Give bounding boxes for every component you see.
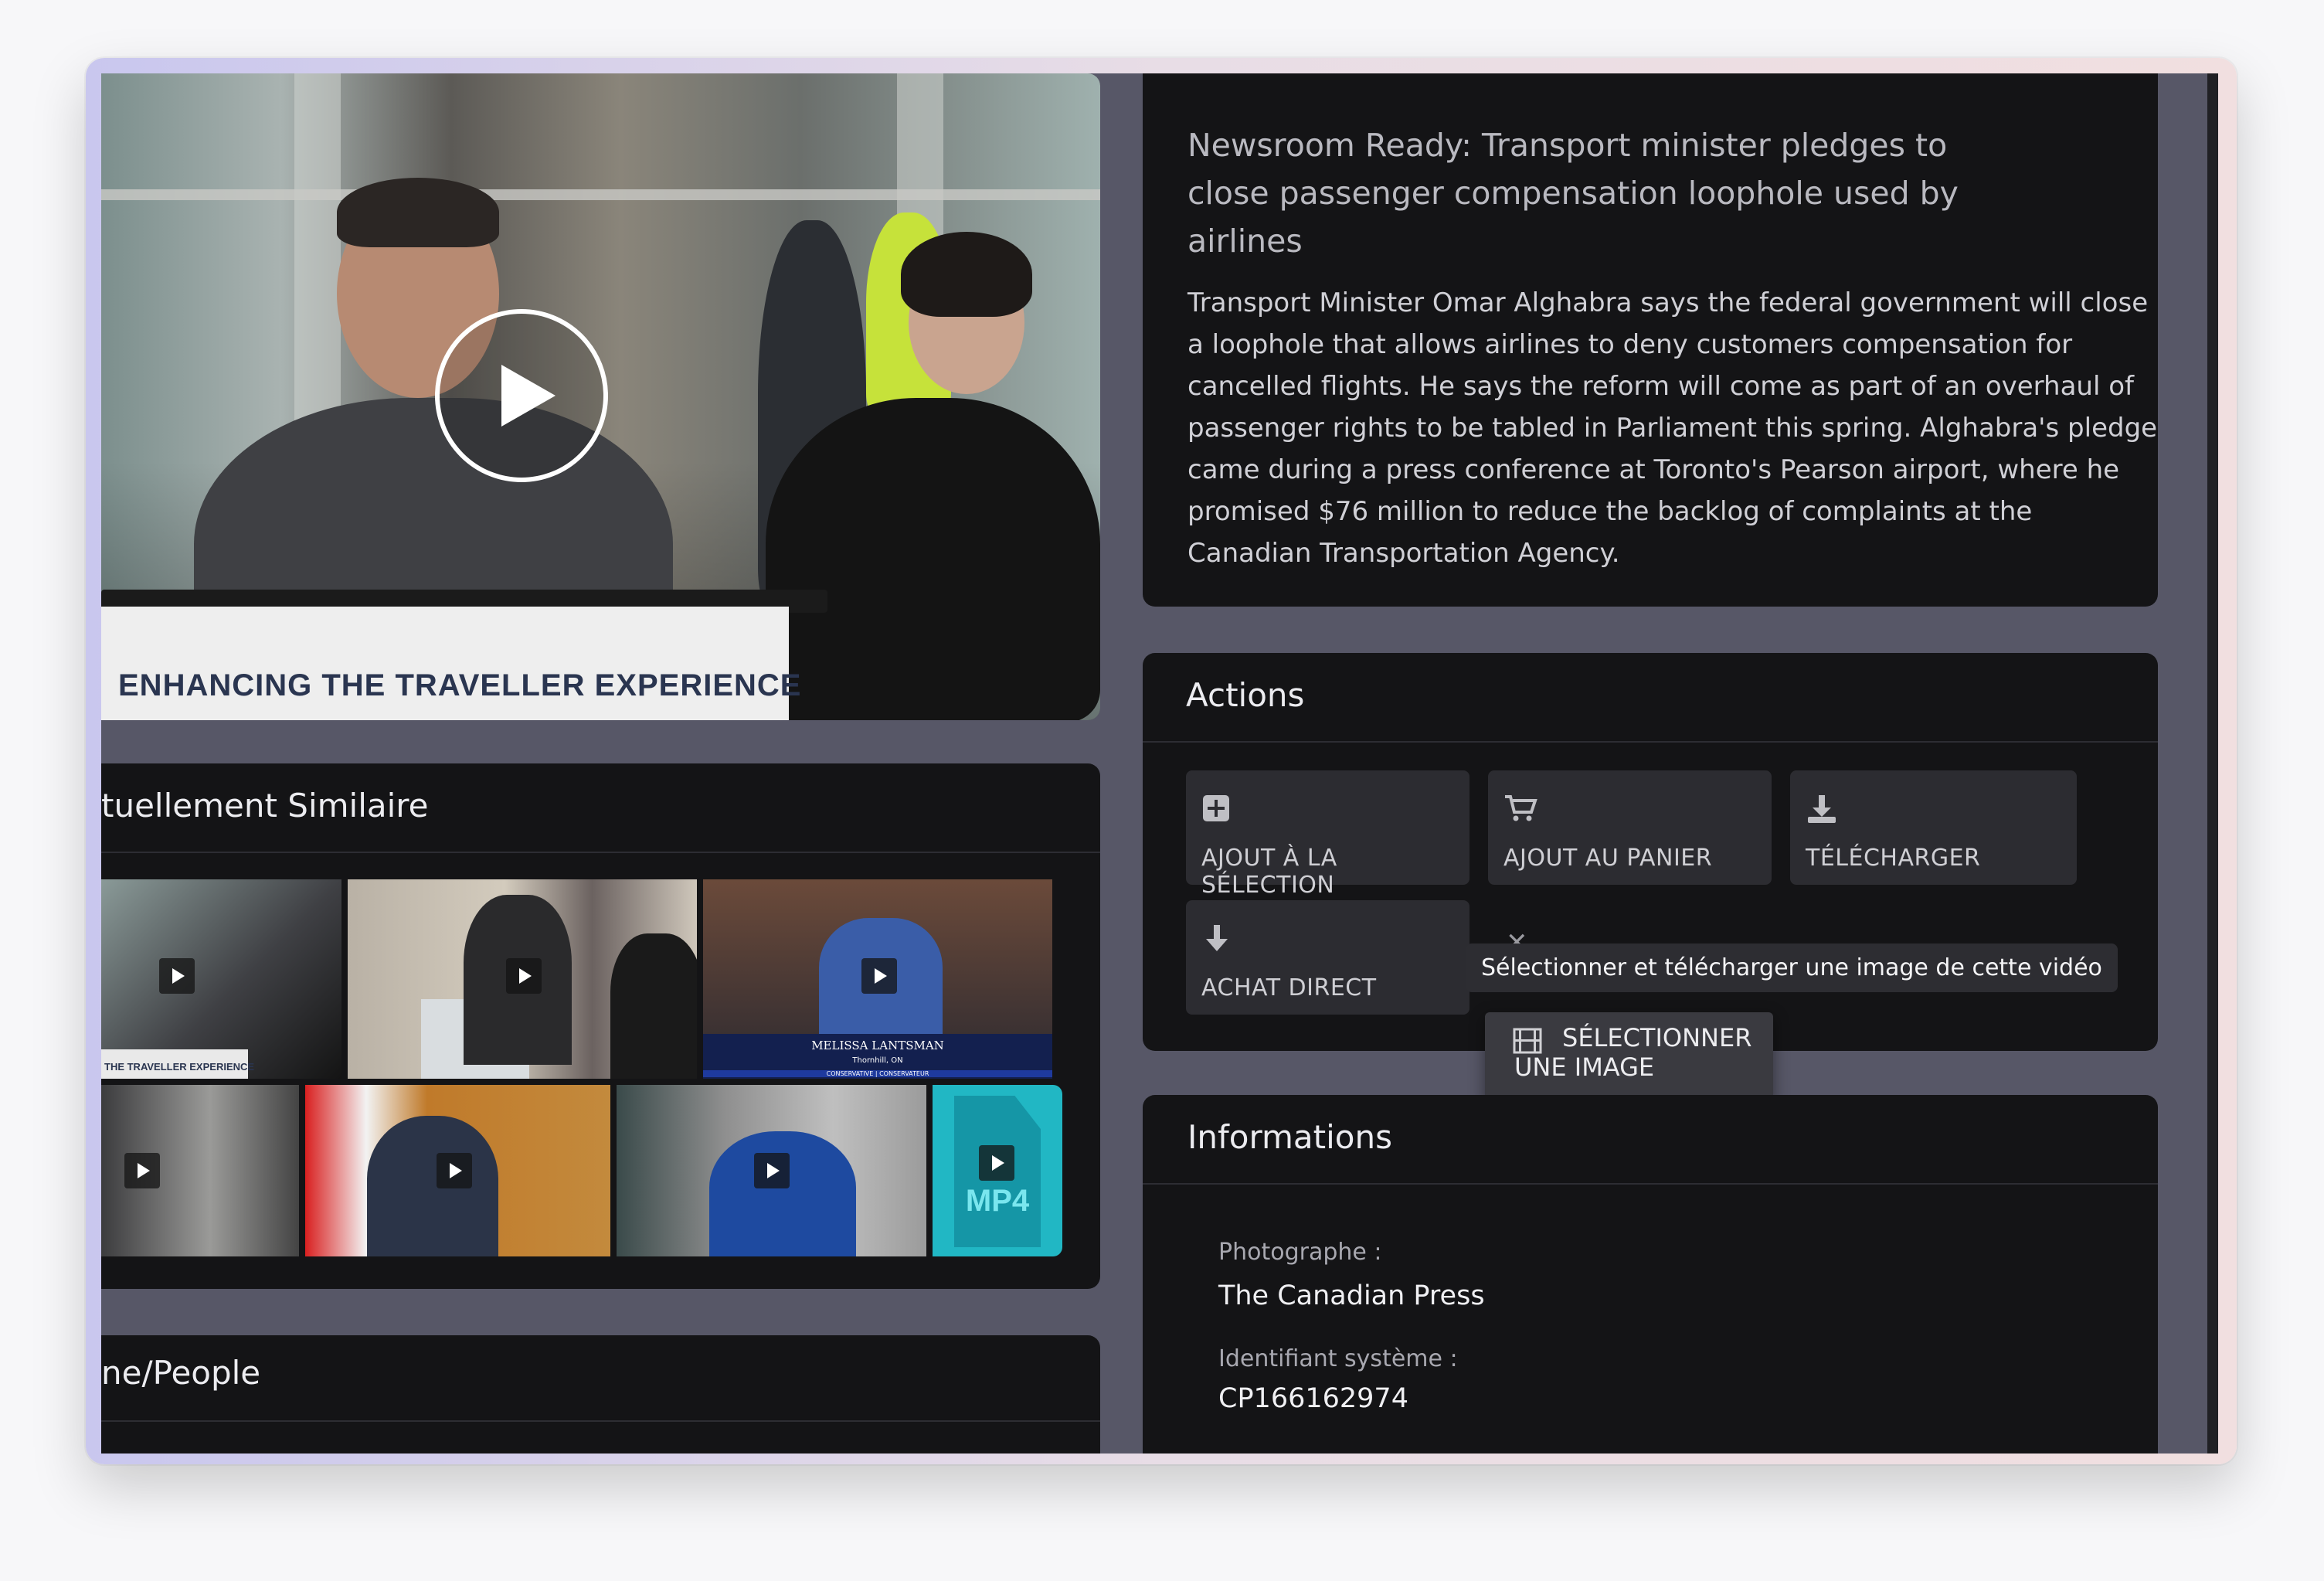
mp4-tile[interactable]: MP4 xyxy=(933,1085,1062,1256)
thumbnail-caption: MELISSA LANTSMAN xyxy=(811,1039,944,1052)
download-icon xyxy=(1806,794,1838,831)
button-label: AJOUT À LA SÉLECTION xyxy=(1201,845,1337,899)
scrollbar-edge xyxy=(2207,73,2218,1454)
video-player[interactable]: ENHANCING THE TRAVELLER EXPERIENCE xyxy=(101,73,1100,720)
people-title: ne/People xyxy=(101,1354,261,1392)
similar-thumbnail[interactable] xyxy=(101,1085,299,1256)
mp4-play-icon xyxy=(979,1145,1014,1181)
add-to-selection-button[interactable]: AJOUT À LA SÉLECTION xyxy=(1186,770,1469,899)
add-to-cart-button[interactable]: AJOUT AU PANIER xyxy=(1488,770,1772,885)
photographer-label: Photographe : xyxy=(1218,1239,1382,1266)
system-id-label: Identifiant système : xyxy=(1218,1345,1458,1372)
thumbnail-play-icon xyxy=(437,1153,472,1188)
cart-add-icon xyxy=(1503,794,1537,830)
system-id-value: CP166162974 xyxy=(1218,1383,1408,1414)
download-button[interactable]: TÉLÉCHARGER xyxy=(1790,770,2077,885)
direct-purchase-button[interactable]: ACHAT DIRECT xyxy=(1186,900,1469,1015)
arrow-down-icon xyxy=(1201,923,1232,961)
video-description: Transport Minister Omar Alghabra says th… xyxy=(1187,287,2158,569)
similar-thumbnail[interactable] xyxy=(617,1085,926,1256)
dropdown-item-line1: SÉLECTIONNER xyxy=(1562,1023,1752,1052)
photographer-value: The Canadian Press xyxy=(1218,1280,1485,1311)
divider xyxy=(101,1420,1100,1422)
similar-panel: tuellement Similaire THE TRAVELLER EXPER… xyxy=(101,763,1100,1289)
similar-thumbnail[interactable]: MELISSA LANTSMAN Thornhill, ON CONSERVAT… xyxy=(703,879,1052,1079)
actions-panel: Actions AJOUT À LA SÉLECTION AJOUT AU PA… xyxy=(1143,653,2158,1103)
thumbnail-play-icon xyxy=(124,1153,160,1188)
thumbnail-play-icon xyxy=(861,958,897,994)
button-label: ACHAT DIRECT xyxy=(1201,974,1377,1001)
people-panel: ne/People xyxy=(101,1335,1100,1454)
podium-banner: ENHANCING THE TRAVELLER EXPERIENCE xyxy=(118,668,802,702)
dropdown-item-line2: UNE IMAGE xyxy=(1514,1052,1655,1082)
thumbnail-play-icon xyxy=(159,958,195,994)
man-hair xyxy=(337,178,499,247)
informations-panel: Informations Photographe : The Canadian … xyxy=(1143,1095,2158,1454)
similar-title: tuellement Similaire xyxy=(101,787,429,824)
play-button[interactable] xyxy=(435,309,608,482)
video-rail xyxy=(101,189,1100,200)
divider xyxy=(101,852,1100,853)
woman-hair xyxy=(901,232,1032,317)
button-label: AJOUT AU PANIER xyxy=(1503,845,1713,872)
woman-figure xyxy=(766,398,1100,720)
plus-square-icon xyxy=(1201,794,1231,830)
thumbnail-play-icon xyxy=(754,1153,790,1188)
mp4-label: MP4 xyxy=(965,1184,1030,1218)
video-title: Newsroom Ready: Transport minister pledg… xyxy=(1187,127,1959,260)
divider xyxy=(1143,741,2158,743)
thumbnail-play-icon xyxy=(506,958,542,994)
thumbnail-party: CONSERVATIVE | CONSERVATEUR xyxy=(703,1070,1052,1077)
app-content: ENHANCING THE TRAVELLER EXPERIENCE tuell… xyxy=(101,73,2218,1454)
select-image-dropdown-item[interactable]: SÉLECTIONNER UNE IMAGE xyxy=(1485,1012,1773,1103)
similar-thumbnail[interactable] xyxy=(348,879,697,1079)
similar-thumbnail[interactable] xyxy=(305,1085,610,1256)
actions-title: Actions xyxy=(1186,676,1305,714)
description-panel: Newsroom Ready: Transport minister pledg… xyxy=(1143,73,2158,607)
play-icon xyxy=(501,365,556,427)
tooltip: Sélectionner et télécharger une image de… xyxy=(1466,944,2118,992)
divider xyxy=(1143,1183,2158,1185)
thumbnail-subcaption: Thornhill, ON xyxy=(852,1056,903,1065)
thumbnail-caption: THE TRAVELLER EXPERIENCE xyxy=(104,1061,255,1073)
informations-title: Informations xyxy=(1187,1118,1393,1156)
similar-thumbnail[interactable]: THE TRAVELLER EXPERIENCE xyxy=(101,879,341,1079)
app-window: ENHANCING THE TRAVELLER EXPERIENCE tuell… xyxy=(86,58,2237,1464)
button-label: TÉLÉCHARGER xyxy=(1806,845,1981,872)
